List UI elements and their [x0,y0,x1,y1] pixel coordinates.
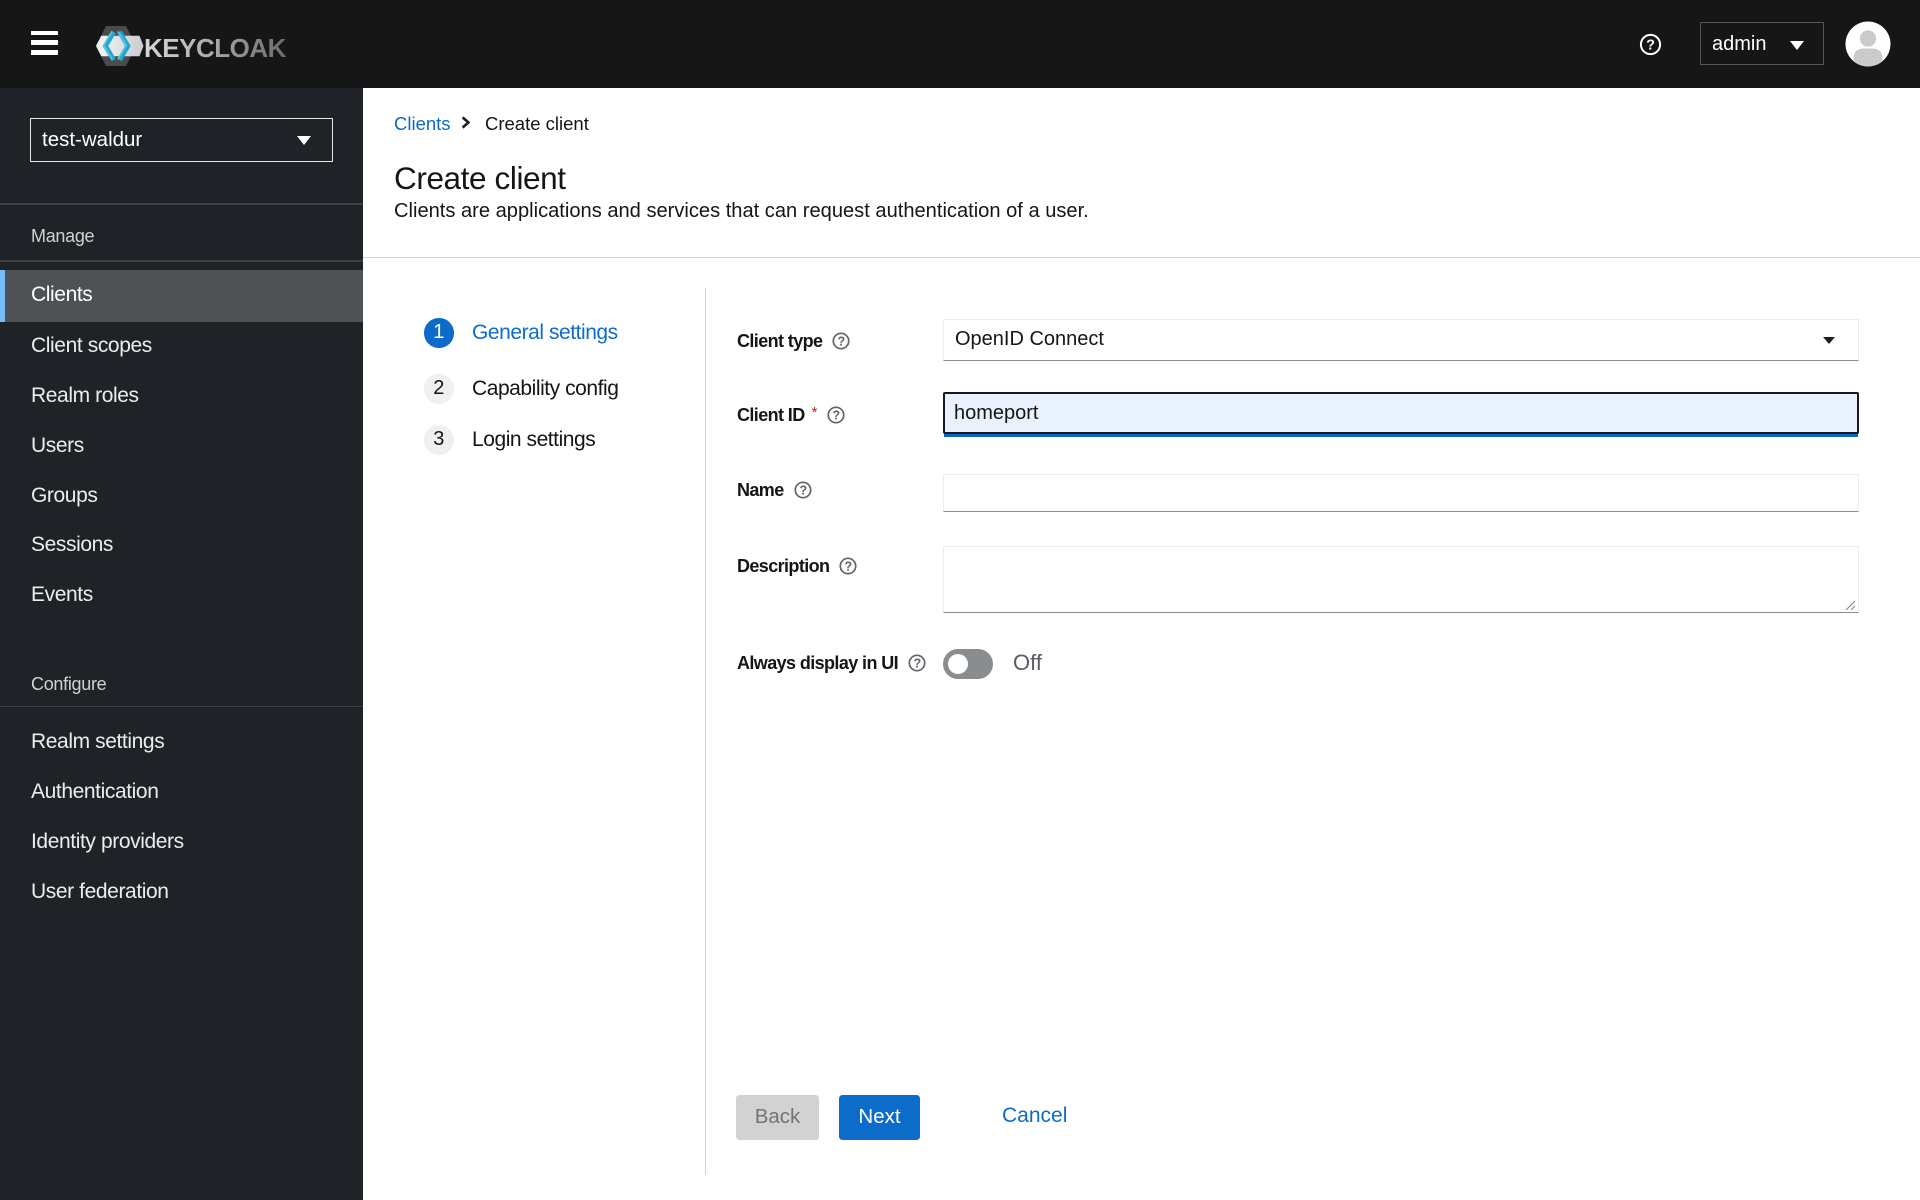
svg-text:?: ? [1646,37,1655,53]
svg-text:?: ? [838,334,845,348]
svg-text:?: ? [832,408,839,422]
svg-text:?: ? [799,483,806,497]
svg-text:?: ? [845,559,852,573]
svg-text:?: ? [914,656,921,670]
